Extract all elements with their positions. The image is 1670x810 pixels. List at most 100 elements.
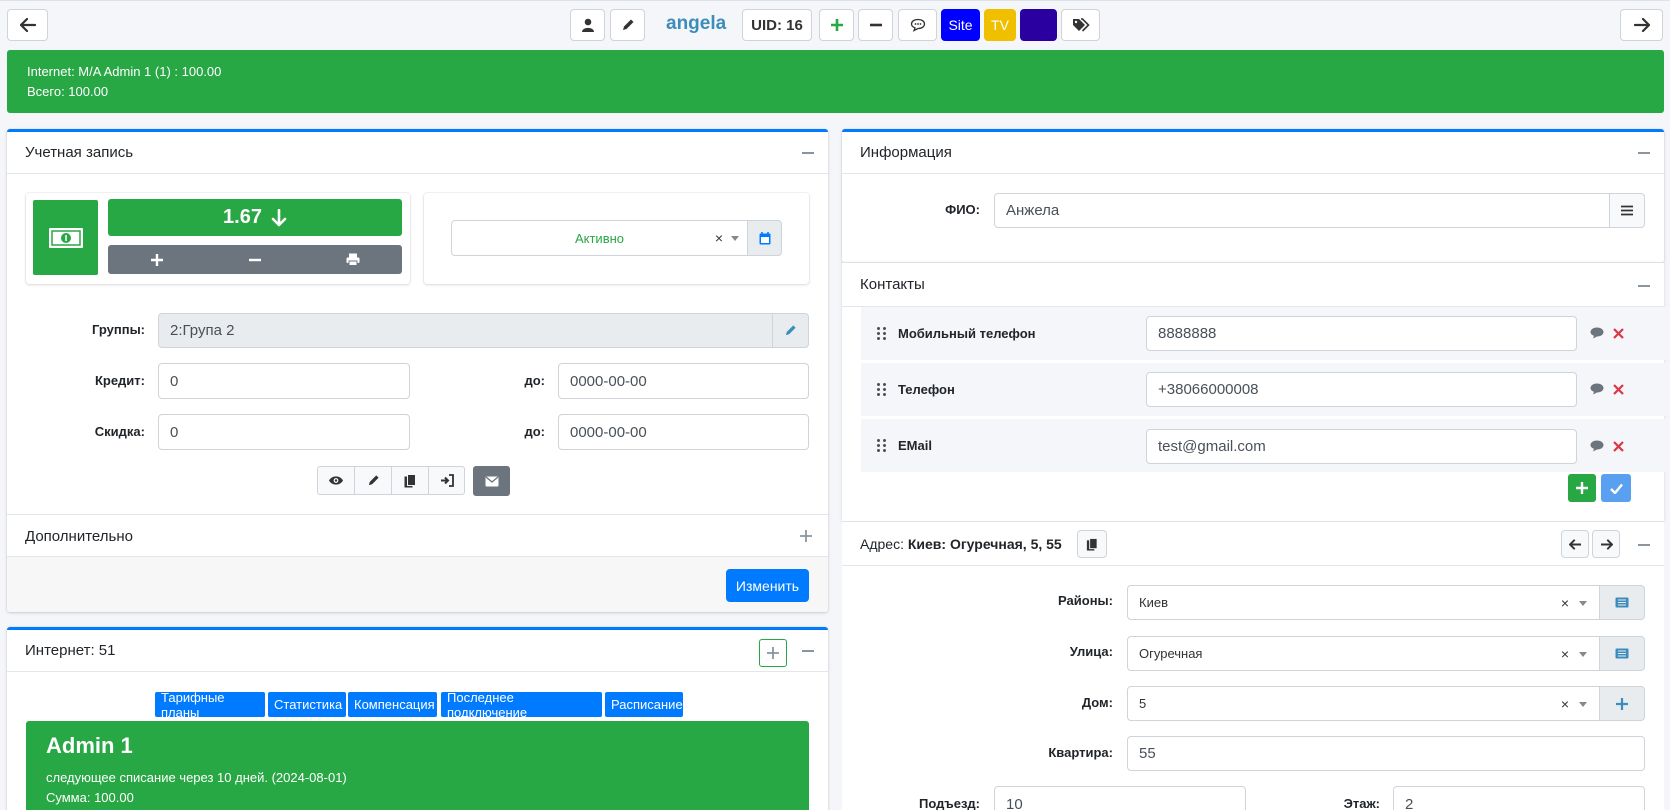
- add-service-button[interactable]: [759, 639, 787, 667]
- chevron-down-icon[interactable]: [1579, 600, 1587, 606]
- contact-value-input[interactable]: 8888888: [1146, 316, 1577, 351]
- status-select[interactable]: Активно ×: [451, 220, 748, 256]
- forward-button[interactable]: [1620, 9, 1663, 41]
- house-select[interactable]: 5 ×: [1127, 686, 1600, 721]
- print-button[interactable]: [304, 245, 402, 274]
- user-login-link[interactable]: angela: [666, 13, 726, 35]
- arrow-left-icon: [1568, 538, 1581, 550]
- discount-label: Скидка:: [94, 424, 145, 439]
- contact-value-input[interactable]: test@gmail.com: [1146, 429, 1577, 464]
- collapse-icon[interactable]: [802, 152, 814, 154]
- plan-sum: Сумма: 100.00: [46, 790, 134, 805]
- status-calendar-button[interactable]: [747, 220, 782, 256]
- eye-icon: [329, 476, 343, 485]
- tv-button[interactable]: TV: [984, 9, 1016, 41]
- contacts-card-header: Контакты: [842, 263, 1664, 307]
- login-as-button[interactable]: [429, 467, 464, 494]
- drag-handle-icon[interactable]: [877, 327, 887, 341]
- extra-section[interactable]: Дополнительно: [7, 514, 828, 557]
- add-payment-button[interactable]: [108, 245, 206, 274]
- plus-icon: [1576, 482, 1588, 494]
- copy-address-button[interactable]: [1077, 530, 1107, 558]
- tab-tariff-plans[interactable]: Тарифные планы: [155, 690, 265, 720]
- discount-until-input[interactable]: 0000-00-00: [558, 414, 809, 450]
- add-contact-button[interactable]: [1568, 474, 1596, 502]
- save-contacts-button[interactable]: [1601, 474, 1631, 502]
- tab-schedule[interactable]: Расписание: [605, 692, 683, 717]
- collapse-icon[interactable]: [1638, 152, 1650, 154]
- edit-groups-button[interactable]: [772, 313, 809, 348]
- comment-icon[interactable]: [1590, 383, 1604, 395]
- floor-input[interactable]: 2: [1393, 786, 1645, 810]
- user-icon: [581, 18, 594, 32]
- district-select[interactable]: Киев ×: [1127, 585, 1600, 620]
- arrow-right-icon: [1600, 538, 1613, 550]
- contact-value-input[interactable]: +38066000008: [1146, 372, 1577, 407]
- contacts-card-title: Контакты: [860, 276, 925, 293]
- change-button[interactable]: Изменить: [726, 569, 809, 602]
- site-button[interactable]: Site: [941, 9, 980, 41]
- arrow-right-icon: [1633, 18, 1650, 32]
- entrance-input[interactable]: 10: [994, 786, 1246, 810]
- flat-input[interactable]: 55: [1127, 736, 1645, 771]
- drag-handle-icon[interactable]: [877, 439, 887, 453]
- delete-icon[interactable]: [1613, 384, 1624, 395]
- fio-details-button[interactable]: [1609, 193, 1645, 228]
- clear-icon[interactable]: ×: [1561, 595, 1569, 611]
- delete-icon[interactable]: [1613, 328, 1624, 339]
- house-value: 5: [1139, 696, 1147, 711]
- tags-button[interactable]: [1061, 9, 1100, 41]
- copy-icon: [404, 473, 416, 487]
- delete-icon[interactable]: [1613, 441, 1624, 452]
- edit-button[interactable]: [355, 467, 392, 494]
- address-prev-button[interactable]: [1561, 530, 1589, 558]
- send-mail-button[interactable]: [473, 466, 510, 496]
- street-list-button[interactable]: [1599, 636, 1645, 671]
- collapse-icon[interactable]: [1638, 285, 1650, 287]
- tab-last-connection[interactable]: Последнее подключение: [441, 690, 602, 720]
- service-button[interactable]: [1020, 9, 1057, 41]
- comment-icon: [910, 18, 925, 32]
- fio-label: ФИО:: [945, 202, 980, 217]
- expand-plus-icon[interactable]: [800, 530, 812, 542]
- collapse-icon[interactable]: [1638, 544, 1650, 546]
- add-button[interactable]: [819, 9, 854, 41]
- contact-value: 8888888: [1158, 325, 1217, 342]
- edit-user-button[interactable]: [610, 9, 645, 41]
- add-fee-button[interactable]: [206, 245, 304, 274]
- district-list-button[interactable]: [1599, 585, 1645, 620]
- clear-icon[interactable]: ×: [715, 230, 723, 246]
- comment-icon[interactable]: [1590, 440, 1604, 452]
- user-profile-button[interactable]: [570, 9, 605, 41]
- chevron-down-icon[interactable]: [1579, 701, 1587, 707]
- collapse-icon[interactable]: [802, 650, 814, 652]
- fio-input[interactable]: Анжела: [994, 193, 1610, 228]
- groups-label: Группы:: [91, 322, 145, 337]
- street-select[interactable]: Огуречная ×: [1127, 636, 1600, 671]
- clear-icon[interactable]: ×: [1561, 696, 1569, 712]
- comment-icon[interactable]: [1590, 327, 1604, 339]
- credit-input[interactable]: 0: [158, 363, 410, 399]
- street-value: Огуречная: [1139, 646, 1203, 661]
- address-next-button[interactable]: [1592, 530, 1620, 558]
- chevron-down-icon[interactable]: [731, 236, 739, 241]
- tab-compensation[interactable]: Компенсация: [348, 692, 437, 717]
- status-value: Активно: [574, 230, 625, 246]
- remove-button[interactable]: [858, 9, 893, 41]
- bars-icon: [1621, 205, 1633, 216]
- add-house-button[interactable]: [1599, 686, 1645, 721]
- chevron-down-icon[interactable]: [1579, 651, 1587, 657]
- back-button[interactable]: [7, 9, 48, 41]
- view-button[interactable]: [318, 467, 355, 494]
- discount-input[interactable]: 0: [158, 414, 410, 450]
- tariff-plan-box: Admin 1 следующее списание через 10 дней…: [26, 721, 809, 810]
- list-icon: [1615, 597, 1629, 608]
- flat-label: Квартира:: [1048, 745, 1113, 760]
- comments-button[interactable]: [898, 9, 937, 41]
- tab-statistics[interactable]: Статистика: [268, 692, 346, 717]
- credit-until-input[interactable]: 0000-00-00: [558, 363, 809, 399]
- balance-value: 1.67: [223, 206, 262, 228]
- copy-button[interactable]: [392, 467, 429, 494]
- drag-handle-icon[interactable]: [877, 383, 887, 397]
- clear-icon[interactable]: ×: [1561, 646, 1569, 662]
